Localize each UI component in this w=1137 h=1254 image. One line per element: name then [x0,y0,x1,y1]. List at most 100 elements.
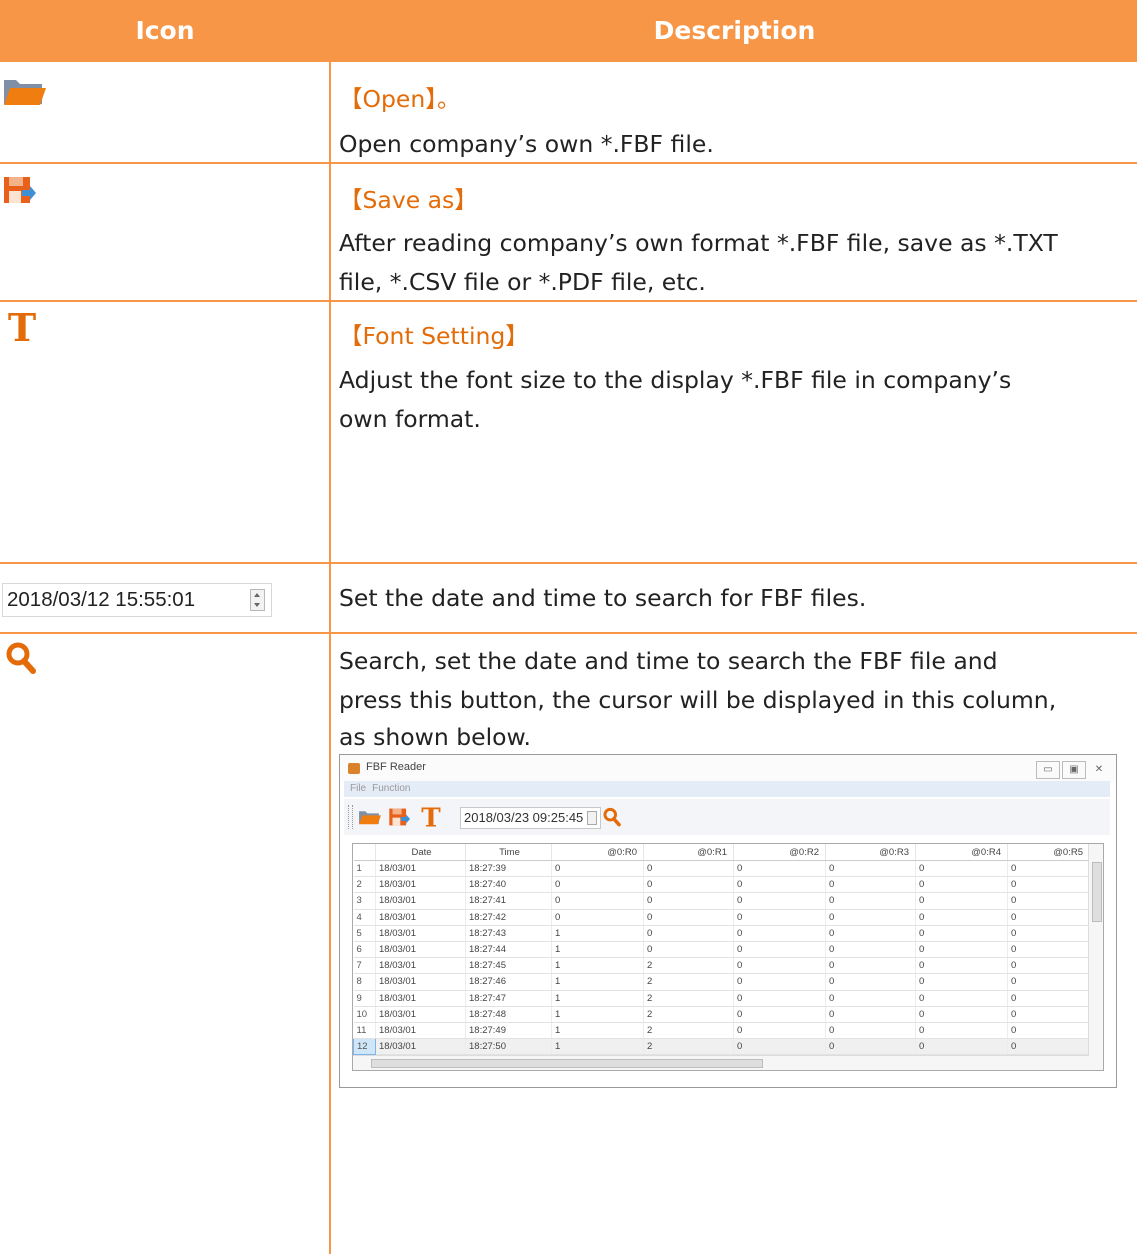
table-cell: 1 [551,1038,644,1056]
column-header[interactable]: @0:R0 [551,844,644,861]
save-as-icon[interactable] [388,806,410,833]
table-cell: 0 [1007,973,1090,991]
table-row[interactable]: 6 18/03/01 18:27:44 1 0 0 0 0 0 [353,941,1090,959]
table-cell: 0 [643,925,734,942]
search-icon [4,641,38,679]
table-cell: 18:27:46 [465,973,552,991]
spin-updown-icon[interactable] [250,589,265,611]
toolbar: T 2018/03/23 09:25:45 [344,799,1110,835]
table-cell: 0 [915,876,1008,894]
toolbar-datetime-value: 2018/03/23 09:25:45 [464,810,584,825]
table-cell: 18/03/01 [375,973,466,991]
folder-open-icon[interactable] [358,808,382,831]
table-cell: 0 [551,876,644,894]
row-number-cell: 2 [353,876,376,894]
table-row[interactable]: 11 18/03/01 18:27:49 1 2 0 0 0 0 [353,1022,1090,1040]
table-cell: 0 [825,941,916,959]
row-number-cell: 11 [353,1022,376,1040]
table-cell: 0 [1007,957,1090,975]
toolbar-datetime-picker[interactable]: 2018/03/23 09:25:45 [460,807,601,829]
table-cell: 0 [551,892,644,910]
table-row[interactable]: 4 18/03/01 18:27:42 0 0 0 0 0 0 [353,909,1090,926]
table-row[interactable]: 9 18/03/01 18:27:47 1 2 0 0 0 0 [353,990,1090,1007]
table-cell: 0 [1007,1022,1090,1040]
horizontal-scrollbar[interactable] [353,1055,1089,1070]
save-as-title: 【Save as】 [339,186,478,214]
table-cell: 0 [1007,941,1090,959]
table-cell: 18/03/01 [375,990,466,1007]
table-cell: 0 [915,1022,1008,1040]
table-cell: 18:27:50 [465,1038,552,1056]
table-cell: 0 [825,1022,916,1040]
table-cell: 0 [733,941,826,959]
menu-file[interactable]: File [350,783,366,794]
column-header[interactable]: @0:R2 [733,844,826,861]
font-setting-description-line-2: own format. [339,405,481,433]
datetime-picker[interactable]: 2018/03/12 15:55:01 [2,583,272,617]
open-description: Open company’s own *.FBF file. [339,130,714,158]
column-header[interactable]: @0:R5 [1007,844,1090,861]
table-row[interactable]: 2 18/03/01 18:27:40 0 0 0 0 0 0 [353,876,1090,894]
table-cell: 1 [551,941,644,959]
menu-function[interactable]: Function [372,783,410,794]
table-cell: 18/03/01 [375,957,466,975]
table-cell: 18:27:45 [465,957,552,975]
data-grid[interactable]: Date Time @0:R0 @0:R1 @0:R2 @0:R3 @0:R4 @0:R5 1… [352,843,1104,1071]
table-cell: 2 [643,973,734,991]
table-cell: 0 [915,973,1008,991]
table-row[interactable]: 1 18/03/01 18:27:39 0 0 0 0 0 0 [353,860,1090,878]
table-row[interactable]: 7 18/03/01 18:27:45 1 2 0 0 0 0 [353,957,1090,975]
row-divider [0,300,1137,302]
menu-bar: File Function [344,781,1110,797]
table-cell: 0 [915,925,1008,942]
column-header[interactable]: Time [465,844,552,861]
table-cell: 0 [643,860,734,878]
table-cell: 0 [915,990,1008,1007]
table-cell: 0 [825,973,916,991]
table-cell: 0 [643,909,734,926]
row-divider [0,162,1137,164]
table-cell: 18:27:41 [465,892,552,910]
table-cell: 18:27:43 [465,925,552,942]
table-cell: 0 [915,1038,1008,1056]
open-title: 【Open】。 [339,85,461,113]
vertical-scrollbar[interactable] [1088,844,1103,1070]
search-description-line-2: press this button, the cursor will be di… [339,686,1057,714]
horizontal-scroll-thumb[interactable] [371,1059,763,1068]
column-header[interactable]: Date [375,844,466,861]
column-header[interactable]: @0:R3 [825,844,916,861]
window-title-bar: FBF Reader ▭ ▣ ✕ [340,755,1116,783]
column-header[interactable]: @0:R4 [915,844,1008,861]
search-icon[interactable] [602,807,622,832]
table-cell: 0 [733,957,826,975]
table-cell: 0 [825,925,916,942]
icon-column-header: Icon [135,16,195,45]
table-cell: 0 [733,1006,826,1023]
column-header[interactable]: @0:R1 [643,844,734,861]
table-row[interactable]: 8 18/03/01 18:27:46 1 2 0 0 0 0 [353,973,1090,991]
row-number-cell: 1 [353,860,376,878]
table-cell: 0 [915,1006,1008,1023]
table-row[interactable]: 12 18/03/01 18:27:50 1 2 0 0 0 0 [353,1038,1090,1056]
table-cell: 0 [733,1022,826,1040]
font-t-icon[interactable]: T [420,803,442,836]
table-cell: 0 [1007,876,1090,894]
table-cell: 2 [643,957,734,975]
vertical-scroll-thumb[interactable] [1092,862,1102,922]
close-icon[interactable]: ✕ [1088,762,1110,778]
save-as-icon [2,173,36,211]
table-cell: 18:27:42 [465,909,552,926]
search-description-line-3: as shown below. [339,723,532,751]
spin-updown-icon[interactable] [587,811,597,825]
table-cell: 18/03/01 [375,1022,466,1040]
table-cell: 0 [1007,1006,1090,1023]
table-row[interactable]: 10 18/03/01 18:27:48 1 2 0 0 0 0 [353,1006,1090,1023]
row-number-cell: 10 [353,1006,376,1023]
table-row[interactable]: 3 18/03/01 18:27:41 0 0 0 0 0 0 [353,892,1090,910]
table-cell: 18/03/01 [375,1038,466,1056]
minimize-icon[interactable]: ▭ [1036,761,1060,779]
svg-text:T: T [421,803,441,831]
maximize-icon[interactable]: ▣ [1062,761,1086,779]
table-row[interactable]: 5 18/03/01 18:27:43 1 0 0 0 0 0 [353,925,1090,942]
table-cell: 1 [551,925,644,942]
